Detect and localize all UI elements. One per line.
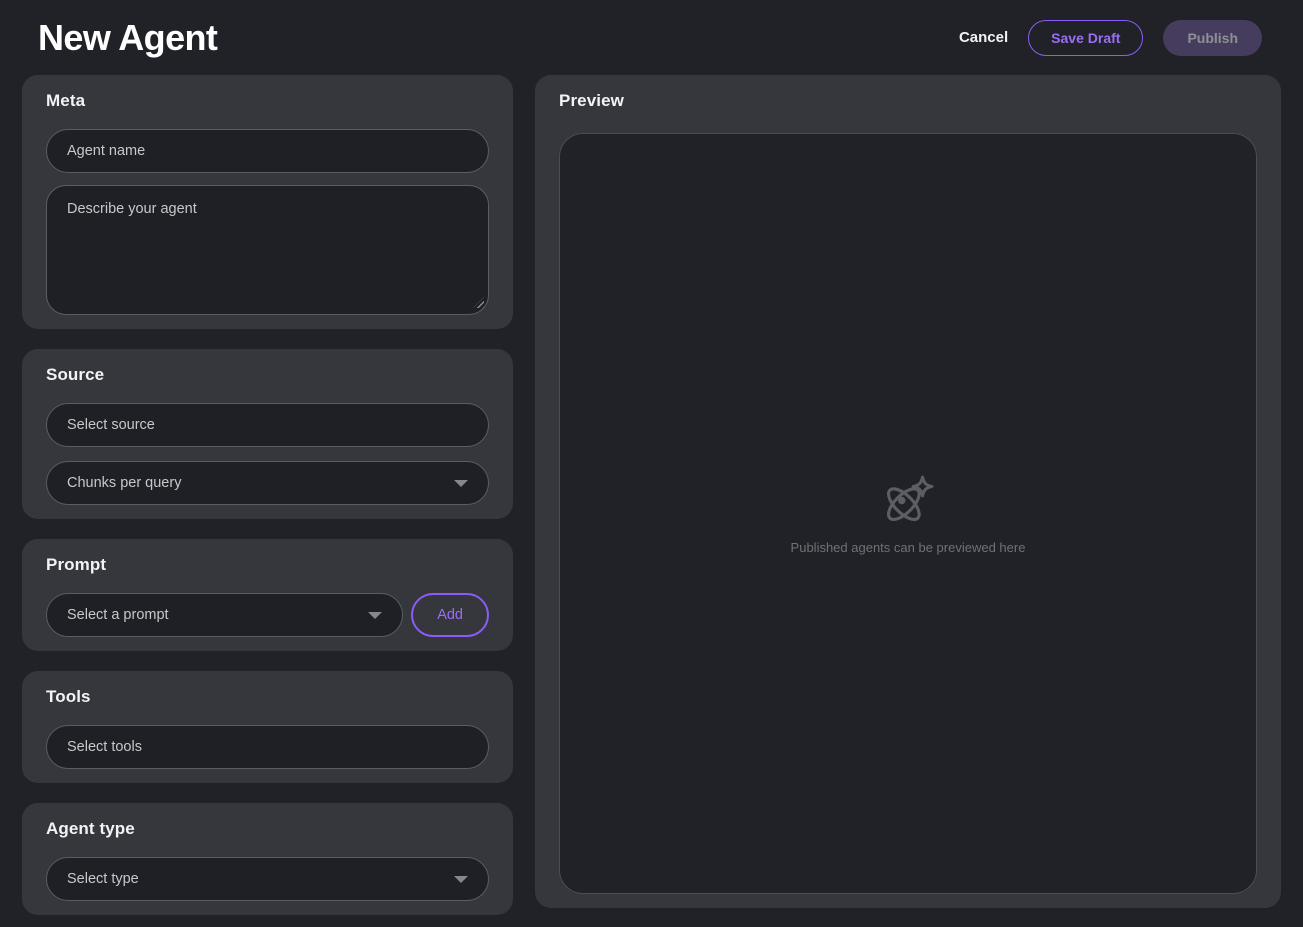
prompt-card-title: Prompt [46,555,489,575]
tools-card: Tools [22,671,513,783]
publish-button[interactable]: Publish [1163,20,1262,56]
form-column: Meta Source Chunks per query Prompt [22,75,513,915]
tools-card-title: Tools [46,687,489,707]
chunks-per-query-select[interactable]: Chunks per query [46,461,489,505]
preview-card-title: Preview [559,91,1257,111]
cancel-button[interactable]: Cancel [959,29,1008,46]
chunks-per-query-label: Chunks per query [67,475,181,491]
agent-name-input[interactable] [46,129,489,173]
select-tools-input[interactable] [46,725,489,769]
prompt-select-label: Select a prompt [67,607,169,623]
source-card: Source Chunks per query [22,349,513,519]
preview-empty-text: Published agents can be previewed here [791,540,1026,555]
meta-card-title: Meta [46,91,489,111]
prompt-select[interactable]: Select a prompt [46,593,403,637]
select-source-input[interactable] [46,403,489,447]
source-card-title: Source [46,365,489,385]
prompt-card: Prompt Select a prompt Add [22,539,513,651]
main-content: Meta Source Chunks per query Prompt [0,75,1303,915]
page-title: New Agent [38,17,217,59]
meta-card: Meta [22,75,513,329]
agent-description-wrapper [46,185,489,315]
page-header: New Agent Cancel Save Draft Publish [0,0,1303,75]
agent-type-card-title: Agent type [46,819,489,839]
add-prompt-button[interactable]: Add [411,593,489,637]
prompt-row: Select a prompt Add [46,593,489,637]
preview-card: Preview Published agents can be previewe… [535,75,1281,908]
chevron-down-icon [454,876,468,883]
atom-sparkle-icon [881,473,935,527]
chevron-down-icon [454,480,468,487]
agent-type-select[interactable]: Select type [46,857,489,901]
header-actions: Cancel Save Draft Publish [959,20,1262,56]
save-draft-button[interactable]: Save Draft [1028,20,1143,56]
agent-type-select-label: Select type [67,871,139,887]
agent-description-textarea[interactable] [46,185,489,315]
chevron-down-icon [368,612,382,619]
preview-panel: Published agents can be previewed here [559,133,1257,894]
agent-type-card: Agent type Select type [22,803,513,915]
